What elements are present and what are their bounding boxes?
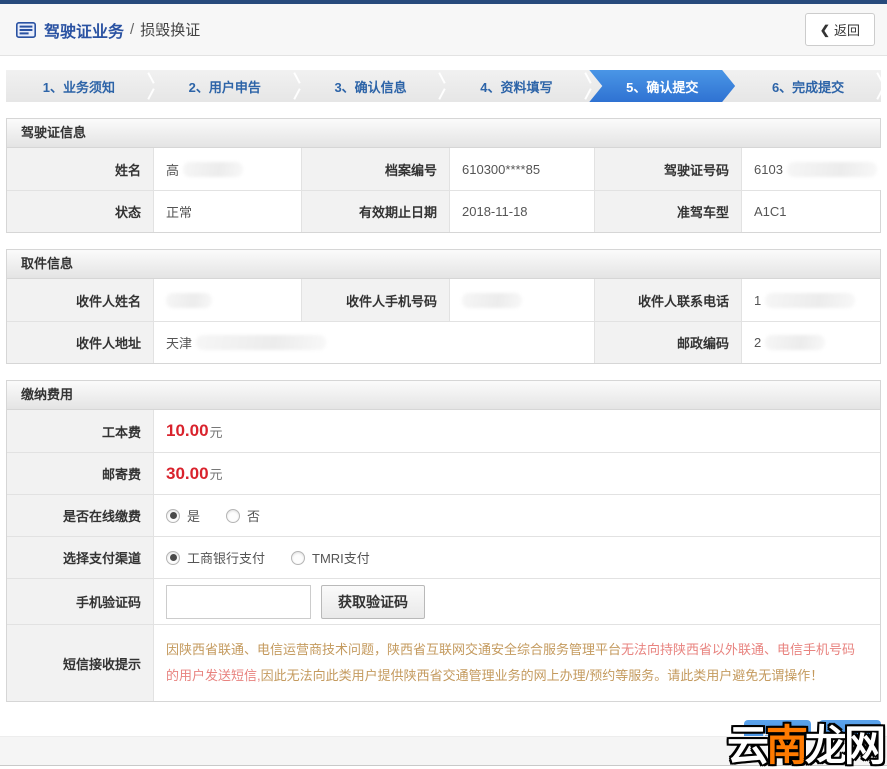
name-label: 姓名 [7, 148, 153, 190]
sms-notice-label: 短信接收提示 [7, 624, 153, 701]
online-pay-no-radio[interactable]: 否 [226, 506, 260, 525]
post-fee-value: 30.00 元 [153, 452, 880, 494]
sms-notice-text: 因陕西省联通、电信运营商技术问题，陕西省互联网交通安全综合服务管理平台无法向持陕… [153, 624, 880, 701]
pay-channel-radio-group: 工商银行支付 TMRI支付 [166, 548, 370, 567]
title-separator: / [130, 21, 135, 38]
footer-bar [0, 736, 887, 766]
postcode-label: 邮政编码 [594, 321, 741, 363]
name-value: 高 [153, 148, 301, 190]
back-chevron-icon: ❮ [819, 22, 830, 37]
recipient-name-label: 收件人姓名 [7, 279, 153, 321]
step-5-confirm-submit[interactable]: 5、确认提交 [589, 70, 735, 102]
get-sms-code-button[interactable]: 获取验证码 [321, 584, 425, 619]
online-pay-yes-radio[interactable]: 是 [166, 506, 200, 525]
file-no-label: 档案编号 [301, 148, 449, 190]
recipient-name-value [153, 279, 301, 321]
expiry-value: 2018-11-18 [449, 190, 594, 232]
redaction-blur [786, 161, 877, 177]
back-button[interactable]: ❮ 返回 [804, 13, 875, 46]
list-form-icon [16, 21, 36, 38]
step-2-declaration[interactable]: 2、用户申告 [152, 70, 301, 102]
step-4-fill-data[interactable]: 4、资料填写 [443, 70, 593, 102]
recipient-mobile-label: 收件人手机号码 [301, 279, 449, 321]
post-fee-label: 邮寄费 [7, 452, 153, 494]
radio-unselected-icon [291, 550, 306, 565]
step-breadcrumb: 1、业务须知 2、用户申告 3、确认信息 4、资料填写 5、确认提交 6、完成提… [6, 70, 884, 102]
expiry-label: 有效期止日期 [301, 190, 449, 232]
pickup-info-section: 取件信息 收件人姓名 收件人手机号码 收件人联系电话 1 收件人地址 天津 邮政… [6, 249, 881, 364]
work-fee-unit: 元 [209, 424, 223, 440]
file-no-value: 610300****85 [449, 148, 594, 190]
online-pay-label: 是否在线缴费 [7, 494, 153, 536]
pay-channel-label: 选择支付渠道 [7, 536, 153, 578]
page-header: 驾驶证业务 / 损毁换证 ❮ 返回 [0, 4, 887, 56]
status-label: 状态 [7, 190, 153, 232]
step-6-complete[interactable]: 6、完成提交 [735, 70, 884, 102]
pickup-section-title: 取件信息 [7, 250, 880, 279]
status-value: 正常 [153, 190, 301, 232]
page-subtitle: 损毁换证 [140, 22, 201, 39]
redaction-blur [183, 161, 244, 177]
icbc-pay-radio[interactable]: 工商银行支付 [166, 548, 265, 567]
radio-selected-icon [166, 550, 180, 565]
work-fee-label: 工本费 [7, 410, 153, 452]
redaction-blur [462, 292, 522, 308]
payment-section: 缴纳费用 工本费 10.00 元 邮寄费 30.00 元 是否在线缴费 是 否 [6, 380, 881, 702]
sms-code-input[interactable] [166, 584, 311, 619]
license-no-label: 驾驶证号码 [594, 148, 741, 190]
license-section-title: 驾驶证信息 [7, 119, 880, 148]
redaction-blur [765, 292, 856, 308]
tmri-pay-radio[interactable]: TMRI支付 [291, 548, 370, 567]
recipient-mobile-value [449, 279, 594, 321]
license-no-value: 6103 [741, 148, 887, 190]
post-fee-amount: 30.00 [166, 463, 209, 483]
recipient-address-label: 收件人地址 [7, 321, 153, 363]
recipient-phone-value: 1 [741, 279, 880, 321]
recipient-address-value: 天津 [153, 321, 594, 363]
online-pay-radio-group: 是 否 [166, 506, 260, 525]
recipient-phone-label: 收件人联系电话 [594, 279, 741, 321]
step-1-notice[interactable]: 1、业务须知 [6, 70, 155, 102]
radio-selected-icon [166, 508, 180, 523]
vehicle-class-label: 准驾车型 [594, 190, 741, 232]
sms-code-label: 手机验证码 [7, 578, 153, 624]
redaction-blur [765, 335, 826, 350]
work-fee-value: 10.00 元 [153, 410, 880, 452]
radio-unselected-icon [226, 508, 241, 523]
payment-section-title: 缴纳费用 [7, 381, 880, 410]
license-info-section: 驾驶证信息 姓名 高 档案编号 610300****85 驾驶证号码 6103 … [6, 118, 887, 233]
vehicle-class-value: A1C1 [741, 190, 880, 232]
step-3-confirm-info[interactable]: 3、确认信息 [298, 70, 447, 102]
post-fee-unit: 元 [209, 467, 223, 482]
page-title: 驾驶证业务 [44, 23, 125, 41]
work-fee-amount: 10.00 [166, 421, 209, 440]
redaction-blur [166, 292, 212, 308]
redaction-blur [196, 335, 327, 350]
back-button-label: 返回 [833, 23, 860, 38]
postcode-value: 2 [741, 321, 880, 363]
